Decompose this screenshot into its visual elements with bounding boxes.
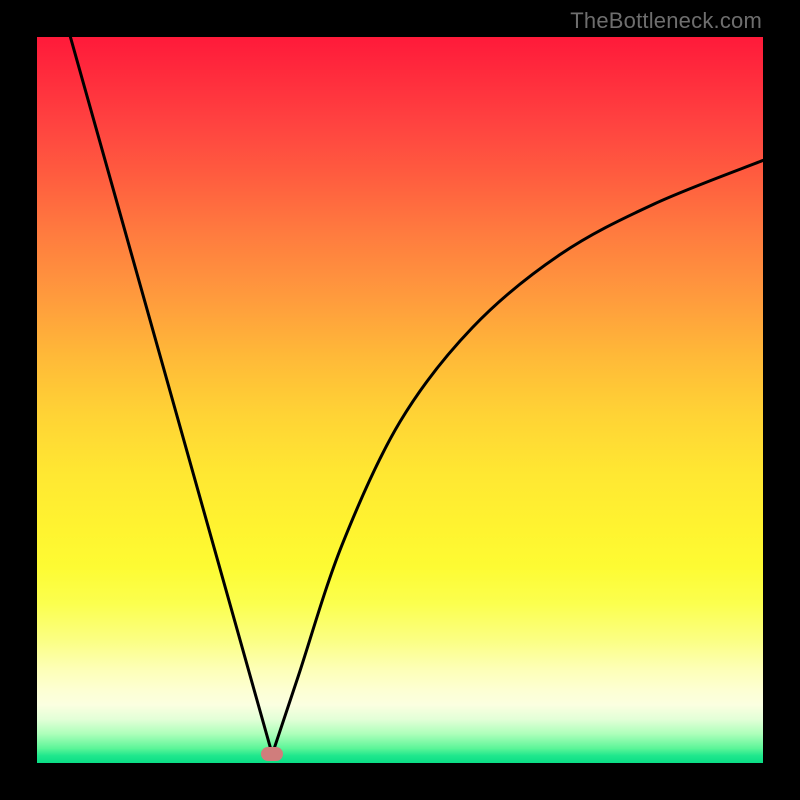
- plot-area: [37, 37, 763, 763]
- chart-frame: TheBottleneck.com: [0, 0, 800, 800]
- gradient-background: [37, 37, 763, 763]
- minimum-marker: [261, 747, 283, 761]
- watermark-text: TheBottleneck.com: [570, 8, 762, 34]
